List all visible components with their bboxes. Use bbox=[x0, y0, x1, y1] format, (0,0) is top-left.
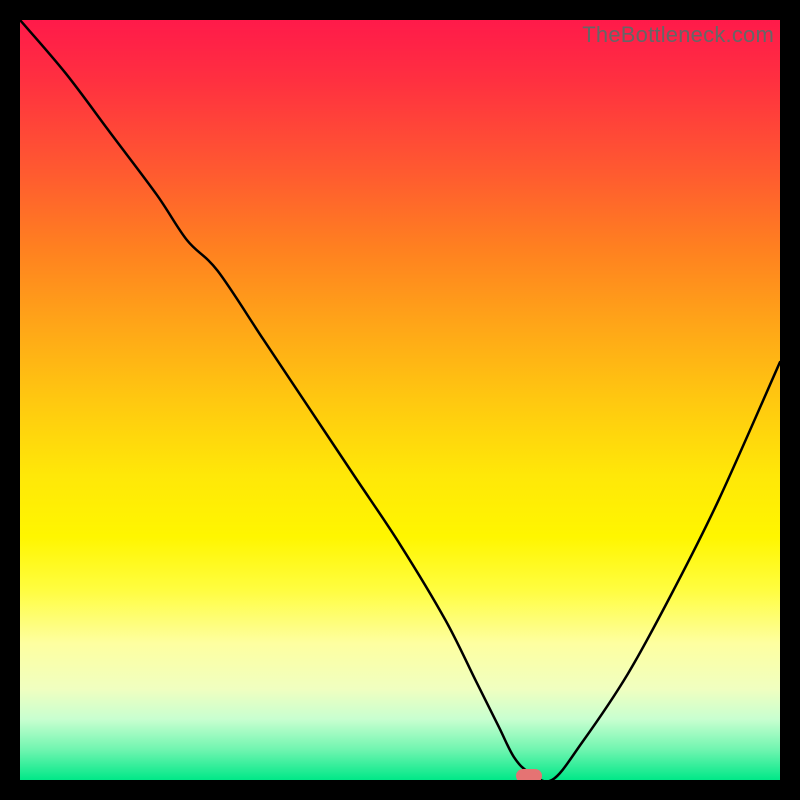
optimal-point-marker bbox=[516, 769, 542, 780]
plot-area: TheBottleneck.com bbox=[20, 20, 780, 780]
chart-container: TheBottleneck.com bbox=[0, 0, 800, 800]
bottleneck-curve bbox=[20, 20, 780, 780]
